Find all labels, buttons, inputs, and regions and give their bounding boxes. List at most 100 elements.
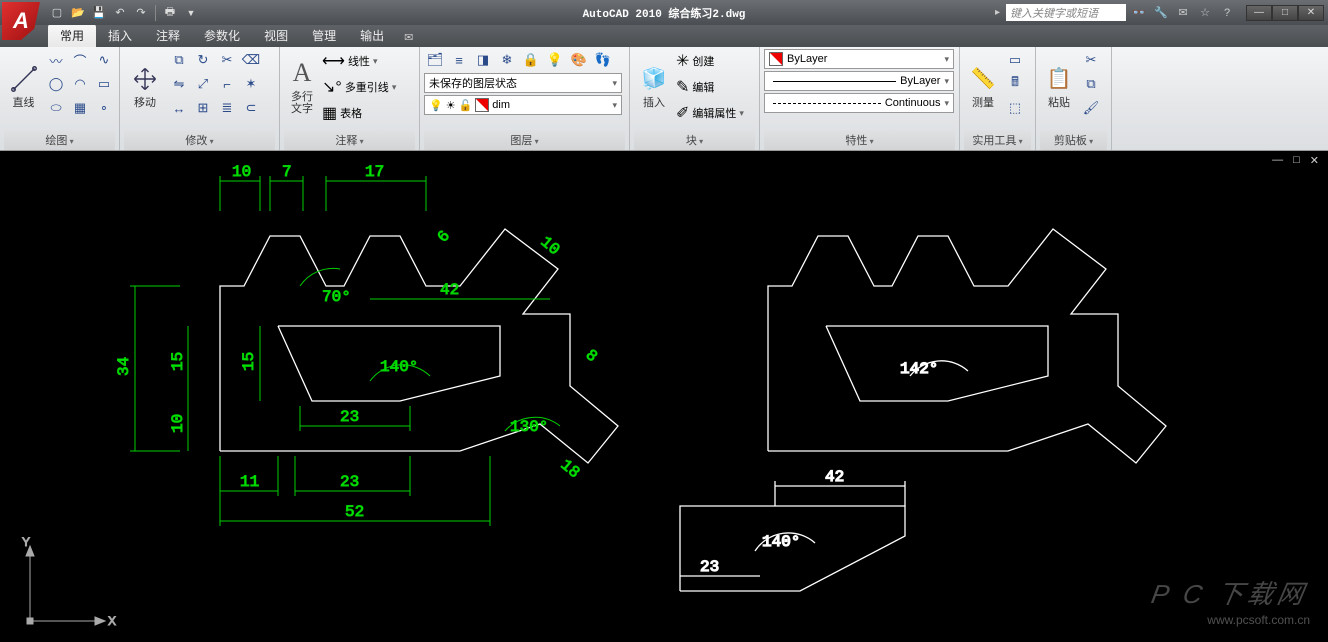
panel-annotation-title[interactable]: 注释 [284,130,415,150]
rotate-icon[interactable]: ↻ [192,49,214,71]
point-icon[interactable]: ∘ [93,97,115,119]
mleader-button[interactable]: ↘°多重引线▾ [322,75,415,99]
maximize-button[interactable]: □ [1272,5,1298,21]
fillet-icon[interactable]: ⌐ [216,73,238,95]
offset-icon[interactable]: ≣ [216,97,238,119]
key-icon[interactable]: 🔧 [1152,4,1170,22]
explode-icon[interactable]: ✶ [240,73,262,95]
color-combo[interactable]: ByLayer [764,49,954,69]
block-create-button[interactable]: ✳创建 [676,49,755,73]
spline-icon[interactable]: ∿ [93,49,115,71]
drawing-area[interactable]: — □ ✕ 10 7 17 6 10 70° 42 [0,151,1328,637]
dim-linear-button[interactable]: ⟷线性▾ [322,49,415,73]
document-window-controls: — □ ✕ [1269,154,1322,167]
qat-dropdown-icon[interactable]: ▼ [182,4,200,22]
copy-icon[interactable]: ⧉ [168,49,190,71]
sun-icon: ☀ [446,99,456,112]
layer-state-combo[interactable]: 未保存的图层状态 [424,73,622,93]
join-icon[interactable]: ⊂ [240,97,262,119]
dim-linear-icon: ⟷ [322,51,345,71]
insert-block-button[interactable]: 🧊 插入 [634,49,674,123]
polyline-icon[interactable]: 〰 [45,49,67,71]
svg-text:52: 52 [345,503,364,521]
layer-props-icon[interactable]: 🗂 [424,49,446,71]
layer-match-icon[interactable]: 🎨 [568,49,590,71]
quickcalc-icon[interactable]: 🖩 [1004,73,1026,95]
stretch-icon[interactable]: ↔ [168,97,190,119]
panel-blocks-title[interactable]: 块 [634,130,755,150]
panel-clipboard: 📋 粘贴 ✂ ⧉ 🖌 剪贴板 [1036,47,1112,150]
favorite-icon[interactable]: ☆ [1196,4,1214,22]
panel-properties-title[interactable]: 特性 [764,130,955,150]
tab-parametric[interactable]: 参数化 [192,24,252,47]
erase-icon[interactable]: ⌫ [240,49,262,71]
move-button[interactable]: 移动 [124,49,166,123]
window-controls: — □ ✕ [1246,5,1324,21]
measure-label: 测量 [972,97,994,109]
mirror-icon[interactable]: ⇋ [168,73,190,95]
help-icon[interactable]: ? [1218,4,1236,22]
lineweight-combo[interactable]: ByLayer [764,71,954,91]
panel-layers-title[interactable]: 图层 [424,130,625,150]
match-props-icon[interactable]: 🖌 [1080,97,1102,119]
panel-utilities-title[interactable]: 实用工具 [964,130,1031,150]
watermark-text: P C 下载网 [1149,574,1311,611]
tab-manage[interactable]: 管理 [300,24,348,47]
minimize-button[interactable]: — [1246,5,1272,21]
panel-utilities: 📏 测量 ▭ 🖩 ⬚ 实用工具 [960,47,1036,150]
select-all-icon[interactable]: ⬚ [1004,97,1026,119]
tab-overflow-icon[interactable]: ✉ [396,28,421,47]
qat-new-icon[interactable]: ▢ [48,4,66,22]
block-attedit-button[interactable]: ✐编辑属性▾ [676,101,755,125]
layer-iso-icon[interactable]: ◨ [472,49,494,71]
layer-states-icon[interactable]: ≡ [448,49,470,71]
arc-icon[interactable]: ⌒ [69,49,91,71]
hatch-icon[interactable]: ▦ [69,97,91,119]
rectangle-icon[interactable]: ▭ [93,73,115,95]
ellipse-icon[interactable]: ⬭ [45,97,67,119]
tab-home[interactable]: 常用 [48,24,96,47]
qat-open-icon[interactable]: 📂 [69,4,87,22]
close-button[interactable]: ✕ [1298,5,1324,21]
qat-redo-icon[interactable]: ↷ [132,4,150,22]
tab-insert[interactable]: 插入 [96,24,144,47]
communication-icon[interactable]: ✉ [1174,4,1192,22]
block-edit-button[interactable]: ✎编辑 [676,75,755,99]
trim-icon[interactable]: ✂ [216,49,238,71]
tab-output[interactable]: 输出 [348,24,396,47]
layer-walk-icon[interactable]: 👣 [592,49,614,71]
svg-text:140°: 140° [762,533,800,551]
drawing-canvas: 10 7 17 6 10 70° 42 34 15 10 15 140° [0,151,1328,637]
layer-freeze-icon[interactable]: ❄ [496,49,518,71]
qat-save-icon[interactable]: 💾 [90,4,108,22]
copy-clip-icon[interactable]: ⧉ [1080,73,1102,95]
layer-current-combo[interactable]: 💡☀🔓dim [424,95,622,115]
array-icon[interactable]: ⊞ [192,97,214,119]
doc-min-button[interactable]: — [1269,154,1286,167]
mtext-button[interactable]: A 多行 文字 [284,49,320,123]
linetype-combo[interactable]: Continuous [764,93,954,113]
binoculars-icon[interactable]: 👓 [1130,4,1148,22]
layer-off-icon[interactable]: 💡 [544,49,566,71]
table-button[interactable]: ▦表格 [322,101,415,125]
circle-icon[interactable]: ◯ [45,73,67,95]
infocenter-search-input[interactable]: 键入关键字或短语 [1006,4,1126,21]
tab-view[interactable]: 视图 [252,24,300,47]
doc-max-button[interactable]: □ [1290,154,1303,167]
layer-lock-icon[interactable]: 🔒 [520,49,542,71]
panel-clipboard-title[interactable]: 剪贴板 [1040,130,1107,150]
panel-modify-title[interactable]: 修改 [124,130,275,150]
tab-annotate[interactable]: 注释 [144,24,192,47]
measure-button[interactable]: 📏 测量 [964,49,1002,123]
scale-icon[interactable]: ⤢ [192,73,214,95]
select-icon[interactable]: ▭ [1004,49,1026,71]
line-button[interactable]: 直线 [4,49,43,123]
qat-print-icon[interactable]: 🖶 [161,4,179,22]
panel-draw-title[interactable]: 绘图 [4,130,115,150]
svg-text:23: 23 [700,558,719,576]
doc-close-button[interactable]: ✕ [1307,154,1322,167]
qat-undo-icon[interactable]: ↶ [111,4,129,22]
paste-button[interactable]: 📋 粘贴 [1040,49,1078,123]
cut-icon[interactable]: ✂ [1080,49,1102,71]
ellipse-arc-icon[interactable]: ◠ [69,73,91,95]
